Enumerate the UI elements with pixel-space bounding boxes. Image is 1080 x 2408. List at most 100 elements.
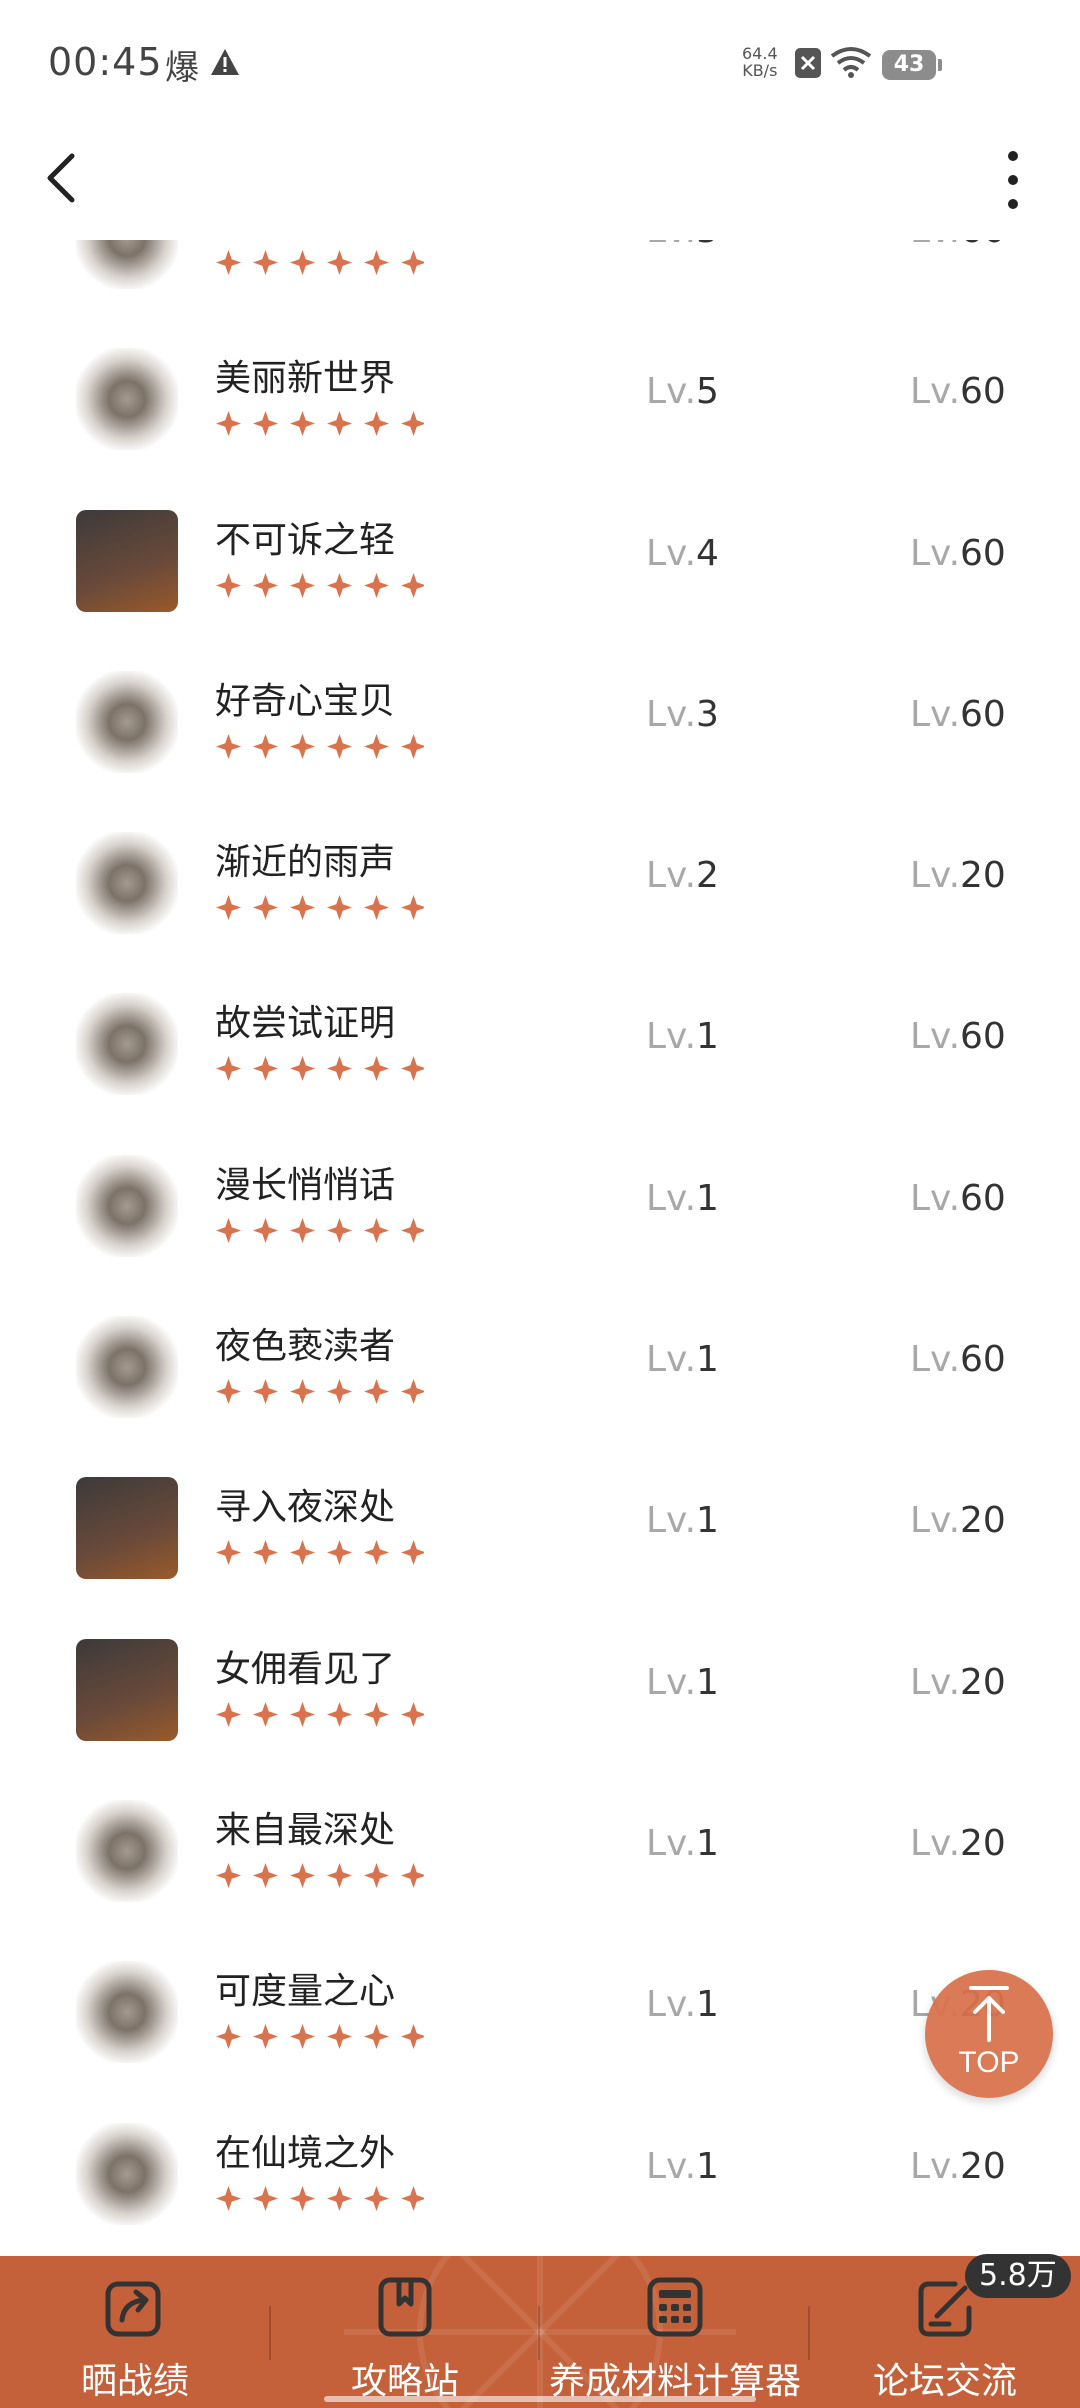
list-item[interactable]: 可度量之心 Lv.1 Lv.20 [0,1934,1080,2095]
star-icon [216,895,241,921]
list-item[interactable]: 好奇心宝贝 Lv.3 Lv.60 [0,644,1080,805]
list-item[interactable]: 不可诉之轻 Lv.4 Lv.60 [0,483,1080,644]
list-item[interactable]: 渐近的雨声 Lv.2 Lv.20 [0,805,1080,966]
star-icon [327,1217,352,1243]
star-icon [327,733,352,759]
level-prefix: Lv. [910,1822,961,1864]
back-to-top-button[interactable]: TOP [925,1970,1053,2098]
level-prefix: Lv. [646,1016,697,1058]
star-icon [253,733,278,759]
current-level: Lv.1 [646,1500,719,1541]
level-value: 20 [960,2145,1006,2187]
level-value: 1 [696,1016,719,1058]
star-icon [364,1540,389,1566]
star-icon [253,1701,278,1727]
star-icon [216,1379,241,1405]
level-prefix: Lv. [910,855,961,897]
star-icon [401,733,424,759]
nav-label: 论坛交流 [872,2361,1017,2402]
max-level: Lv.60 [910,1178,1006,1219]
item-thumbnail [76,240,178,289]
level-prefix: Lv. [910,1661,961,1703]
item-thumbnail [76,1638,178,1741]
item-thumbnail [76,1477,178,1580]
item-name: 女佣看见了 [215,1648,396,1690]
star-icon [401,2185,424,2211]
current-level: Lv.1 [646,1823,719,1864]
list-item[interactable]: 女佣看见了 Lv.1 Lv.20 [0,1612,1080,1773]
star-icon [290,411,315,437]
level-value: 20 [960,855,1006,897]
list-item[interactable]: 漫长悄悄话 Lv.1 Lv.60 [0,1128,1080,1289]
star-icon [290,1540,315,1566]
list-item[interactable]: 故尝试证明 Lv.1 Lv.60 [0,966,1080,1127]
equipment-list[interactable]: 绮梦与蝴蝶 Lv.5 Lv.60 美丽新世界 Lv.5 Lv.60 不可诉之轻 … [0,240,1080,2252]
list-item[interactable]: 寻入夜深处 Lv.1 Lv.20 [0,1450,1080,1611]
level-value: 5 [696,371,719,413]
star-icon [253,895,278,921]
item-name: 在仙境之外 [215,2132,396,2174]
star-icon [327,1379,352,1405]
star-icon [216,1056,241,1082]
nav-material-calculator[interactable]: 养成材料计算器 [540,2256,810,2408]
level-prefix: Lv. [910,693,961,735]
star-icon [327,572,352,598]
star-icon [327,1862,352,1888]
star-icon [216,2185,241,2211]
status-time: 00:45 [48,40,163,84]
list-item[interactable]: 美丽新世界 Lv.5 Lv.60 [0,321,1080,482]
star-rating [216,250,424,275]
star-icon [253,1862,278,1888]
item-thumbnail [76,1154,178,1257]
level-prefix: Lv. [646,1177,697,1219]
wifi-icon [830,47,872,78]
level-value: 1 [696,1984,719,2026]
star-icon [364,2024,389,2050]
star-rating [216,1540,424,1566]
list-item[interactable]: 来自最深处 Lv.1 Lv.20 [0,1773,1080,1934]
star-rating [216,1701,424,1727]
status-bar: 00:45 爆 64.4 KB/s 43 [0,0,1080,125]
current-level: Lv.1 [646,1662,719,1703]
item-name: 来自最深处 [215,1809,396,1851]
star-icon [327,895,352,921]
arrow-up-icon [969,1986,1009,2042]
star-rating [216,1056,424,1082]
list-item[interactable]: 绮梦与蝴蝶 Lv.5 Lv.60 [0,240,1080,321]
star-icon [401,1217,424,1243]
current-level: Lv.1 [646,1339,719,1380]
max-level: Lv.60 [910,371,1006,412]
item-name: 美丽新世界 [215,358,396,400]
star-icon [401,572,424,598]
star-icon [216,411,241,437]
list-item[interactable]: 在仙境之外 Lv.1 Lv.20 [0,2096,1080,2252]
network-speed-value: 64.4 [742,44,778,63]
item-name: 故尝试证明 [215,1003,396,1045]
max-level: Lv.20 [910,1823,1006,1864]
item-thumbnail [76,1799,178,1902]
nav-share-results[interactable]: 晒战绩 [0,2256,270,2408]
star-icon [290,733,315,759]
star-icon [364,733,389,759]
star-icon [364,2185,389,2211]
star-icon [290,1862,315,1888]
star-icon [364,411,389,437]
max-level: Lv.60 [910,694,1006,735]
list-item[interactable]: 夜色亵渎者 Lv.1 Lv.60 [0,1289,1080,1450]
item-name: 夜色亵渎者 [215,1326,396,1368]
share-icon [105,2281,161,2337]
level-value: 1 [696,1500,719,1542]
level-value: 60 [960,240,1006,251]
nav-guide-site[interactable]: 攻略站 [270,2256,540,2408]
network-speed-unit: KB/s [742,61,778,80]
item-name: 不可诉之轻 [215,519,396,561]
calculator-icon [647,2277,703,2337]
level-value: 3 [696,693,719,735]
level-prefix: Lv. [646,371,697,413]
back-button[interactable] [40,150,86,206]
level-prefix: Lv. [910,2145,961,2187]
star-icon [364,1379,389,1405]
level-prefix: Lv. [646,1822,697,1864]
more-options-button[interactable] [998,148,1028,212]
star-icon [327,250,352,275]
